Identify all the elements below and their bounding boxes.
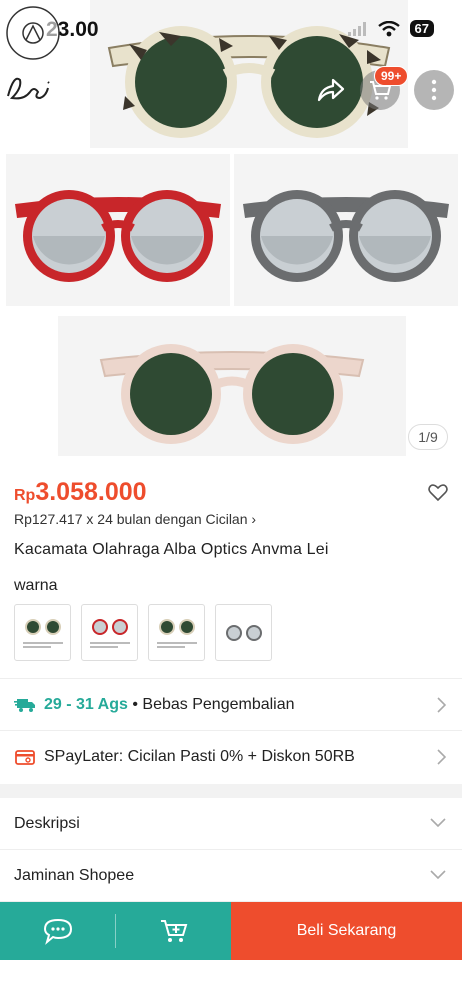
product-image-gray	[234, 154, 458, 306]
buy-now-button[interactable]: Beli Sekarang	[231, 902, 462, 960]
free-returns-label: Bebas Pengembalian	[142, 695, 295, 713]
chevron-right-icon	[437, 749, 446, 765]
description-section[interactable]: Deskripsi	[0, 798, 462, 850]
paylater-text: SPayLater: Cicilan Pasti 0% + Diskon 50R…	[44, 747, 355, 765]
bottom-action-bar: Beli Sekarang	[0, 902, 462, 960]
chevron-right-icon: ›	[251, 511, 257, 527]
status-bar: 23.00 67	[0, 18, 462, 44]
variant-swatch[interactable]	[148, 604, 205, 661]
more-options-button[interactable]	[414, 70, 454, 110]
lei-signature-logo	[7, 77, 50, 100]
section-divider	[0, 784, 462, 798]
add-to-cart-button[interactable]	[116, 902, 231, 960]
shopee-guarantee-section[interactable]: Jaminan Shopee	[0, 850, 462, 902]
add-to-cart-icon	[160, 920, 187, 942]
image-counter: 1/9	[408, 424, 448, 450]
variant-thumbnail	[91, 618, 128, 635]
truck-icon	[14, 694, 36, 716]
shipping-date: 29 - 31 Ags	[44, 695, 128, 713]
shopee-guarantee-label: Jaminan Shopee	[14, 866, 135, 884]
more-vertical-icon	[431, 79, 437, 101]
price-currency: Rp	[14, 487, 36, 504]
shipping-row[interactable]: 29 - 31 Ags • Bebas Pengembalian	[0, 678, 462, 730]
chevron-down-icon	[430, 818, 446, 827]
battery-indicator: 67	[409, 20, 434, 37]
product-image-red	[6, 154, 230, 306]
variant-swatch[interactable]	[215, 604, 272, 661]
paylater-row[interactable]: SPayLater: Cicilan Pasti 0% + Diskon 50R…	[0, 730, 462, 782]
variant-thumbnail	[225, 624, 262, 641]
variant-swatch[interactable]	[14, 604, 71, 661]
alba-optics-seal-logo	[6, 6, 60, 60]
shipping-separator: •	[132, 695, 138, 713]
share-button[interactable]	[310, 70, 350, 110]
chevron-down-icon	[430, 870, 446, 879]
variant-swatch[interactable]	[81, 604, 138, 661]
variant-label: warna	[14, 577, 58, 594]
variant-thumbnail	[158, 618, 195, 635]
chat-button[interactable]	[0, 902, 115, 960]
installment-text: Rp127.417 x 24 bulan dengan Cicilan	[14, 511, 248, 527]
description-label: Deskripsi	[14, 814, 80, 832]
product-image-pink	[58, 316, 406, 456]
cart-count-badge: 99+	[374, 66, 409, 86]
price-section: Rp3.058.000	[14, 478, 448, 510]
share-icon	[317, 78, 345, 102]
variant-thumbnail	[24, 618, 61, 635]
product-title: Kacamata Olahraga Alba Optics Anvma Lei	[14, 541, 329, 558]
variant-swatches	[14, 604, 272, 661]
paylater-icon	[14, 746, 36, 768]
chevron-right-icon	[437, 697, 446, 713]
chat-icon	[43, 918, 72, 945]
favorite-heart-icon[interactable]	[428, 484, 448, 502]
installment-link[interactable]: Rp127.417 x 24 bulan dengan Cicilan ›	[14, 511, 256, 527]
price-value: 3.058.000	[35, 478, 147, 506]
signal-icon	[347, 21, 366, 36]
wifi-icon	[377, 20, 400, 36]
